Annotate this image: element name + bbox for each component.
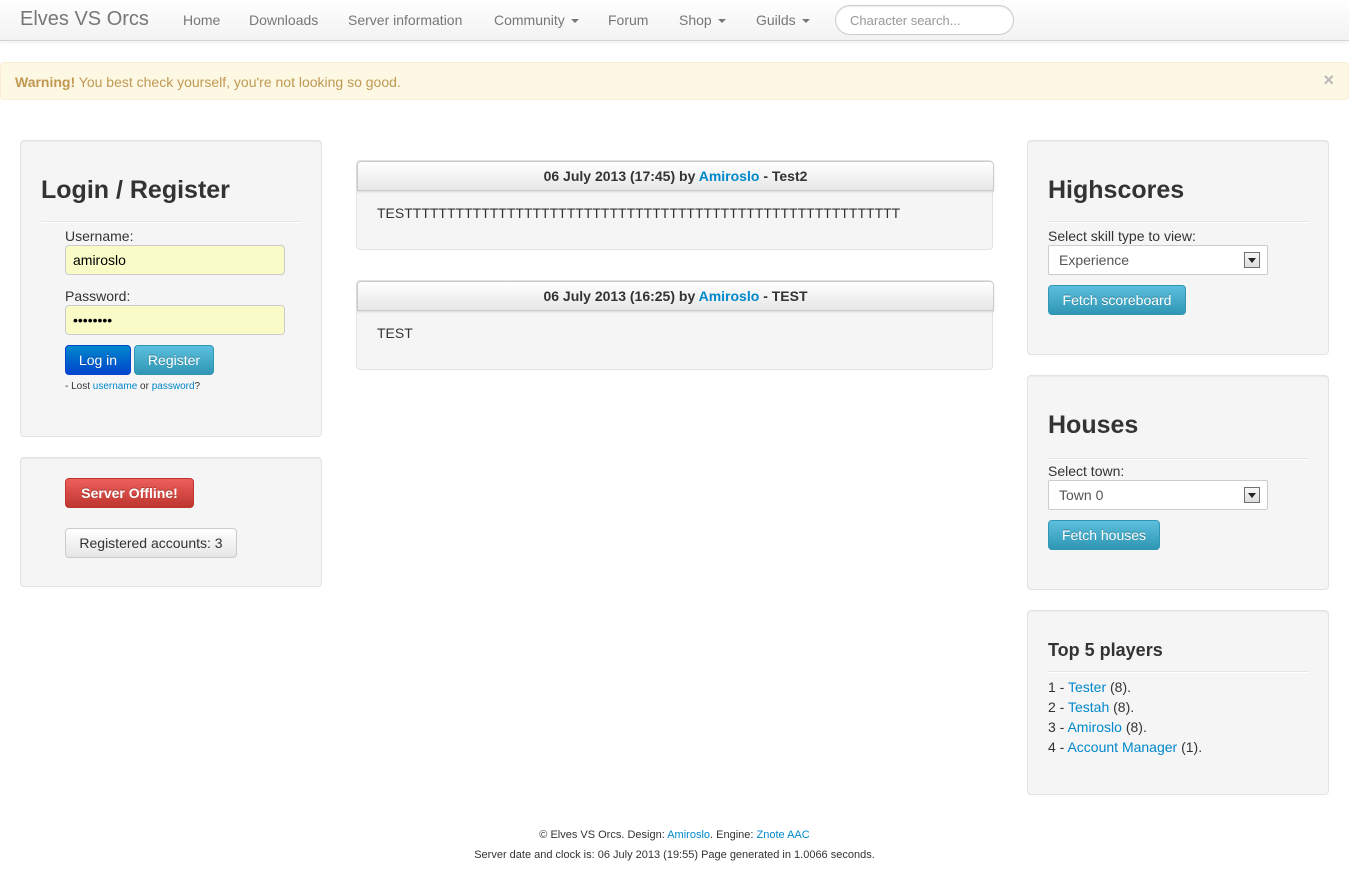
chevron-down-icon: [717, 19, 726, 24]
password-label: Password:: [65, 288, 131, 304]
player-level: (8).: [1113, 699, 1135, 715]
footer-copyright: © Elves VS Orcs. Design:: [539, 829, 665, 841]
player-link[interactable]: Amiroslo: [1067, 719, 1121, 735]
login-button[interactable]: Log in: [65, 345, 131, 375]
houses-title: Houses: [1048, 411, 1139, 439]
lost-prefix: - Lost: [65, 381, 91, 392]
top-players-title: Top 5 players: [1048, 640, 1163, 660]
nav-server-information[interactable]: Server information: [348, 12, 462, 28]
town-select[interactable]: Town 0: [1048, 480, 1268, 510]
top-players-panel: Top 5 players 1 - Tester (8). 2 - Testah…: [1027, 610, 1329, 795]
player-link[interactable]: Tester: [1068, 679, 1106, 695]
houses-panel: Houses Select town: Town 0 Fetch houses: [1027, 375, 1329, 590]
nav-downloads[interactable]: Downloads: [249, 12, 318, 28]
player-rank: 1 -: [1048, 679, 1065, 695]
news-author-link[interactable]: Amiroslo: [699, 168, 760, 184]
nav-guilds[interactable]: Guilds: [756, 12, 810, 28]
password-field[interactable]: [65, 305, 285, 335]
top-navbar: Elves VS Orcs Home Downloads Server info…: [0, 0, 1349, 41]
fetch-scoreboard-button[interactable]: Fetch scoreboard: [1048, 285, 1186, 315]
nav-shop[interactable]: Shop: [679, 12, 726, 28]
lost-or: or: [140, 381, 149, 392]
nav-forum[interactable]: Forum: [608, 12, 648, 28]
highscores-panel: Highscores Select skill type to view: Ex…: [1027, 140, 1329, 355]
player-rank: 3 -: [1048, 719, 1065, 735]
character-search-input[interactable]: [835, 5, 1014, 35]
engine-link[interactable]: Znote AAC: [757, 829, 810, 841]
server-status-button[interactable]: Server Offline!: [65, 478, 194, 508]
news-date: 06 July 2013 (16:25): [543, 288, 675, 304]
dropdown-arrow-icon: [1244, 487, 1260, 503]
player-link[interactable]: Testah: [1068, 699, 1109, 715]
username-field[interactable]: [65, 245, 285, 275]
news-header: 06 July 2013 (16:25) by Amiroslo - TEST: [357, 281, 994, 311]
player-level: (8).: [1125, 719, 1147, 735]
top-players-list: 1 - Tester (8). 2 - Testah (8). 3 - Amir…: [1048, 677, 1202, 757]
dropdown-arrow-icon: [1244, 252, 1260, 268]
divider: [1048, 458, 1309, 460]
news-by: by: [679, 168, 696, 184]
player-level: (8).: [1110, 679, 1131, 695]
news-header: 06 July 2013 (17:45) by Amiroslo - Test2: [357, 161, 994, 191]
nav-home[interactable]: Home: [183, 12, 220, 28]
nav-guilds-label: Guilds: [756, 12, 796, 28]
list-item: 3 - Amiroslo (8).: [1048, 717, 1202, 737]
news-title: - TEST: [763, 288, 808, 304]
player-rank: 2 -: [1048, 699, 1065, 715]
login-title: Login / Register: [41, 176, 230, 204]
list-item: 1 - Tester (8).: [1048, 677, 1202, 697]
list-item: 4 - Account Manager (1).: [1048, 737, 1202, 757]
server-status-panel: Server Offline! Registered accounts: 3: [20, 457, 322, 587]
register-button[interactable]: Register: [134, 345, 214, 375]
divider: [41, 221, 302, 223]
town-value: Town 0: [1059, 487, 1104, 503]
alert-message: You best check yourself, you're not look…: [78, 74, 401, 90]
news-date: 06 July 2013 (17:45): [543, 168, 676, 184]
registered-accounts-button[interactable]: Registered accounts: 3: [65, 528, 237, 558]
footer-clock: Server date and clock is: 06 July 2013 (…: [474, 849, 875, 861]
nav-community[interactable]: Community: [494, 12, 579, 28]
news-body: TEST: [377, 325, 413, 341]
lost-credentials: - Lost username or password?: [65, 381, 200, 392]
warning-alert: Warning! You best check yourself, you're…: [0, 62, 1349, 100]
footer-engine-label: . Engine:: [710, 829, 754, 841]
lost-password-link[interactable]: password: [152, 381, 195, 392]
player-link[interactable]: Account Manager: [1067, 739, 1177, 755]
skill-type-label: Select skill type to view:: [1048, 228, 1196, 244]
player-rank: 4 -: [1048, 739, 1065, 755]
player-level: (1).: [1181, 739, 1203, 755]
close-icon[interactable]: ×: [1323, 70, 1334, 90]
username-label: Username:: [65, 228, 134, 244]
news-by: by: [678, 288, 696, 304]
chevron-down-icon: [801, 19, 810, 24]
town-label: Select town:: [1048, 463, 1125, 479]
alert-strong: Warning!: [15, 74, 76, 90]
divider: [1048, 671, 1309, 673]
designer-link[interactable]: Amiroslo: [667, 829, 710, 841]
news-body: TESTTTTTTTTTTTTTTTTTTTTTTTTTTTTTTTTTTTTT…: [377, 205, 901, 221]
nav-community-label: Community: [494, 12, 565, 28]
footer-credits: © Elves VS Orcs. Design: Amiroslo. Engin…: [0, 829, 1349, 841]
news-item: 06 July 2013 (17:45) by Amiroslo - Test2…: [356, 160, 994, 250]
login-panel: Login / Register Username: Password: Log…: [20, 140, 322, 437]
lost-username-link[interactable]: username: [93, 381, 137, 392]
skill-type-value: Experience: [1059, 252, 1130, 268]
chevron-down-icon: [570, 19, 579, 24]
fetch-houses-button[interactable]: Fetch houses: [1048, 520, 1160, 550]
news-item: 06 July 2013 (16:25) by Amiroslo - TEST …: [356, 280, 994, 370]
news-title: - Test2: [763, 168, 808, 184]
list-item: 2 - Testah (8).: [1048, 697, 1202, 717]
divider: [1048, 221, 1309, 223]
brand-link[interactable]: Elves VS Orcs: [20, 8, 149, 31]
nav-shop-label: Shop: [679, 12, 712, 28]
highscores-title: Highscores: [1048, 176, 1185, 204]
news-author-link[interactable]: Amiroslo: [699, 288, 760, 304]
skill-type-select[interactable]: Experience: [1048, 245, 1268, 275]
lost-suffix: ?: [194, 381, 201, 392]
